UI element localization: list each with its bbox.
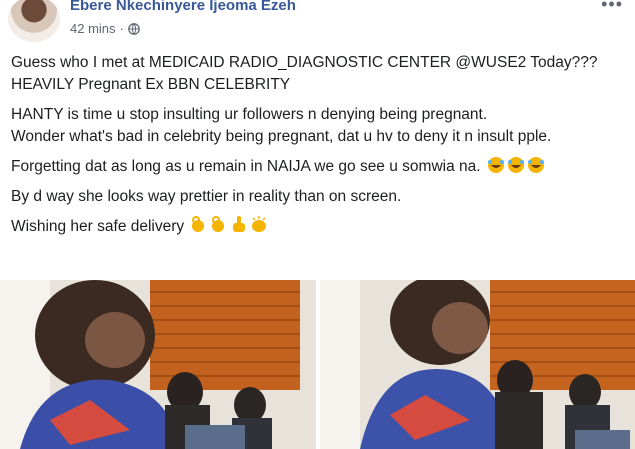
author-avatar[interactable]	[8, 0, 60, 42]
post-line: By d way she looks way prettier in reali…	[11, 188, 402, 205]
post-line-emoji: Wishing her safe delivery	[11, 214, 626, 238]
post-line: Wishing her safe delivery	[11, 218, 185, 235]
globe-icon	[128, 22, 140, 35]
author-name[interactable]: Ebere Nkechinyere Ijeoma Ezeh	[70, 0, 296, 14]
post-line: HANTY is time u stop insulting ur follow…	[11, 106, 488, 123]
post-line: HEAVILY Pregnant Ex BBN CELEBRITY	[11, 76, 291, 93]
laughing-tears-emoji	[487, 157, 544, 173]
post-line: Wonder what's bad in celebrity being pre…	[11, 128, 552, 145]
post-meta: 42 mins ·	[70, 21, 140, 36]
post-line: Guess who I met at MEDICAID RADIO_DIAGNO…	[11, 54, 598, 71]
post-time[interactable]: 42 mins	[70, 21, 116, 36]
more-options-button[interactable]: •••	[601, 0, 623, 15]
post-body: Guess who I met at MEDICAID RADIO_DIAGNO…	[11, 52, 626, 244]
post-line: Forgetting dat as long as u remain in NA…	[11, 158, 481, 175]
post-line-emoji: Forgetting dat as long as u remain in NA…	[11, 156, 626, 178]
meta-separator: ·	[119, 21, 124, 36]
post-photo-right[interactable]	[320, 280, 635, 449]
post-photo-left[interactable]	[0, 280, 316, 449]
ok-hand-emoji	[192, 216, 267, 232]
